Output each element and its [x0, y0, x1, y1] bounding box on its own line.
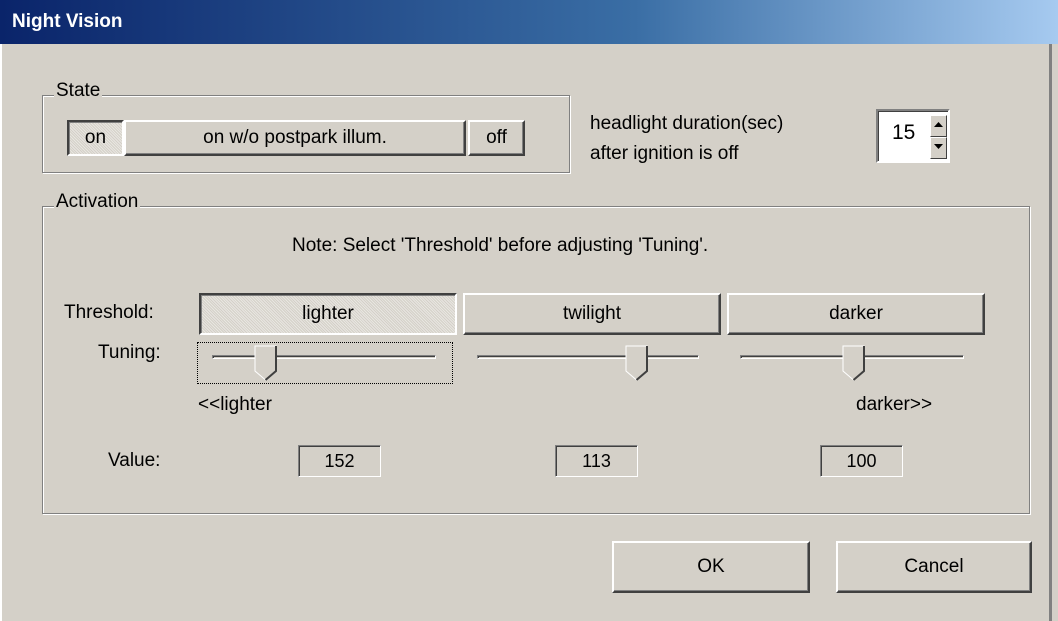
ok-button[interactable]: OK: [612, 541, 810, 593]
spin-up-button[interactable]: [930, 115, 947, 137]
headlight-duration-value[interactable]: 15: [892, 121, 915, 145]
threshold-darker-button[interactable]: darker: [727, 293, 985, 335]
tuning-slider-darker-thumb[interactable]: [842, 345, 866, 381]
threshold-label: Threshold:: [64, 302, 154, 323]
activation-note: Note: Select 'Threshold' before adjustin…: [292, 235, 709, 256]
tuning-label: Tuning:: [98, 342, 161, 363]
tuning-slider-twilight-thumb[interactable]: [625, 345, 649, 381]
arrow-down-icon: [934, 144, 943, 149]
state-off-button[interactable]: off: [468, 120, 525, 156]
state-legend: State: [54, 80, 103, 102]
tuning-slider-lighter-track[interactable]: [212, 355, 436, 359]
state-on-without-postpark-button[interactable]: on w/o postpark illum.: [124, 120, 466, 156]
tuning-slider-focus: [197, 342, 453, 384]
activation-legend: Activation: [54, 191, 141, 213]
after-ignition-label: after ignition is off: [590, 143, 739, 164]
headlight-duration-spinner[interactable]: 15: [876, 109, 950, 163]
lighter-hint: <<lighter: [198, 394, 272, 415]
darker-hint: darker>>: [856, 394, 933, 415]
tuning-slider-lighter-thumb[interactable]: [254, 345, 278, 381]
spin-down-button[interactable]: [930, 137, 947, 159]
headlight-duration-label: headlight duration(sec): [590, 113, 784, 134]
cancel-button[interactable]: Cancel: [836, 541, 1032, 593]
threshold-twilight-button[interactable]: twilight: [463, 293, 721, 335]
value-lighter: 152: [298, 445, 381, 477]
value-label: Value:: [108, 450, 161, 471]
value-twilight: 113: [555, 445, 638, 477]
arrow-up-icon: [934, 122, 943, 127]
value-darker: 100: [820, 445, 903, 477]
window-title: Night Vision: [12, 11, 123, 32]
title-bar[interactable]: Night Vision: [0, 0, 1058, 44]
threshold-lighter-button[interactable]: lighter: [199, 293, 457, 335]
state-on-button[interactable]: on: [67, 120, 124, 156]
tuning-slider-twilight-track[interactable]: [477, 355, 699, 359]
